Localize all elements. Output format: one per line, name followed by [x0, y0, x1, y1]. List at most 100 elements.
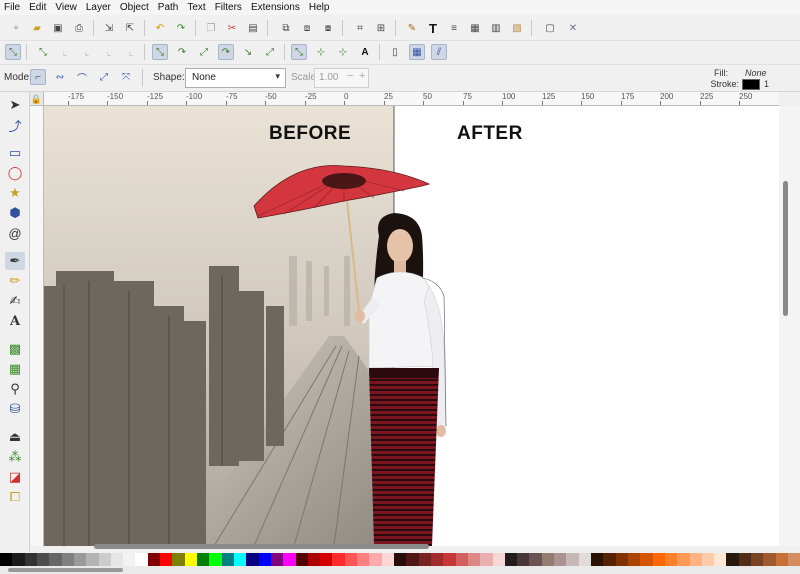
palette-swatch[interactable]	[492, 553, 505, 566]
xml-editor-icon[interactable]: ▦	[467, 20, 483, 36]
rectangle-tool-icon[interactable]: ▭	[5, 144, 25, 162]
menu-extensions[interactable]: Extensions	[251, 2, 300, 13]
palette-swatch[interactable]	[517, 553, 530, 566]
palette-swatch[interactable]	[591, 553, 604, 566]
menu-file[interactable]: File	[4, 2, 20, 13]
copy-icon[interactable]: ❐	[203, 20, 219, 36]
ungroup-icon[interactable]: ⊞	[373, 20, 389, 36]
snap-others-icon[interactable]: ⤡	[291, 44, 307, 60]
align-distribute-icon[interactable]: ▥	[488, 20, 504, 36]
redo-icon[interactable]: ↷	[173, 20, 189, 36]
palette-swatch[interactable]	[12, 553, 25, 566]
gradient-tool-icon[interactable]: ▩	[5, 340, 25, 358]
fill-stroke-icon[interactable]: ✎	[404, 20, 420, 36]
palette-swatch[interactable]	[763, 553, 776, 566]
palette-swatch[interactable]	[701, 553, 715, 566]
palette-swatch[interactable]	[394, 553, 407, 566]
spiral-tool-icon[interactable]: @	[5, 224, 25, 242]
snap-bbox-edge-icon[interactable]: ⌞	[57, 44, 73, 60]
palette-swatch[interactable]	[36, 553, 50, 566]
snap-center-icon[interactable]: ⊹	[313, 44, 329, 60]
snap-enable-icon[interactable]: ⤡	[5, 44, 21, 60]
fill-value[interactable]: None	[745, 68, 767, 78]
eraser-tool-icon[interactable]: ◪	[5, 468, 25, 486]
mode-bezier-icon[interactable]: ⌐	[30, 69, 46, 85]
palette-swatch[interactable]	[455, 553, 468, 566]
palette-swatch[interactable]	[738, 553, 752, 566]
palette-swatch[interactable]	[123, 553, 136, 566]
snap-cusp-icon[interactable]: ↷	[218, 44, 234, 60]
palette-swatch[interactable]	[184, 553, 197, 566]
palette-swatch[interactable]	[135, 553, 148, 566]
mode-bspline-icon[interactable]: ⌒	[74, 69, 90, 85]
palette-swatch[interactable]	[529, 553, 542, 566]
minus-icon[interactable]: −	[347, 70, 353, 82]
palette-swatch[interactable]	[726, 553, 739, 566]
snap-bbox-center-icon[interactable]: ⌞	[123, 44, 139, 60]
palette-swatch[interactable]	[664, 553, 678, 566]
plus-icon[interactable]: +	[359, 70, 365, 82]
ellipse-tool-icon[interactable]: ◯	[5, 164, 25, 182]
palette-swatch[interactable]	[221, 553, 234, 566]
preferences-icon[interactable]: ✕	[565, 20, 581, 36]
spray-tool-icon[interactable]: ⁂	[5, 448, 25, 466]
paint-bucket-tool-icon[interactable]: ⛁	[5, 400, 25, 418]
palette-swatch[interactable]	[541, 553, 555, 566]
selector-tool-icon[interactable]: ➤	[5, 96, 25, 114]
palette-swatch[interactable]	[160, 553, 173, 566]
menu-path[interactable]: Path	[158, 2, 179, 13]
save-icon[interactable]: ▣	[50, 20, 66, 36]
horizontal-scrollbar[interactable]	[44, 540, 779, 552]
undo-icon[interactable]: ↶	[152, 20, 168, 36]
pencil-tool-icon[interactable]: ✏	[5, 272, 25, 290]
menu-text[interactable]: Text	[187, 2, 205, 13]
palette-swatch[interactable]	[689, 553, 702, 566]
unlink-clone-icon[interactable]: ⧇	[320, 20, 336, 36]
palette-swatch[interactable]	[233, 553, 247, 566]
paste-icon[interactable]: ▤	[245, 20, 261, 36]
snap-path-icon[interactable]: ↷	[174, 44, 190, 60]
menu-object[interactable]: Object	[120, 2, 149, 13]
palette-swatch[interactable]	[369, 553, 382, 566]
shape-dropdown[interactable]: None ▾	[185, 68, 286, 88]
palette-swatch[interactable]	[61, 553, 74, 566]
stroke-width-value[interactable]: 1	[764, 79, 769, 89]
palette-swatch[interactable]	[480, 553, 493, 566]
palette-swatch[interactable]	[467, 553, 481, 566]
connector-tool-icon[interactable]: ⧠	[5, 488, 25, 506]
palette-swatch[interactable]	[430, 553, 444, 566]
menu-edit[interactable]: Edit	[29, 2, 46, 13]
layers-icon[interactable]: ≡	[446, 20, 462, 36]
snap-intersection-icon[interactable]: ⤢	[196, 44, 212, 60]
palette-swatch[interactable]	[24, 553, 37, 566]
palette-swatch[interactable]	[418, 553, 431, 566]
snap-midpoint-icon[interactable]: ⤢	[262, 44, 278, 60]
new-document-icon[interactable]: ▫	[8, 20, 24, 36]
palette-swatch[interactable]	[640, 553, 653, 566]
palette-swatch[interactable]	[258, 553, 271, 566]
palette-swatch[interactable]	[0, 553, 13, 566]
palette-swatch[interactable]	[73, 553, 87, 566]
palette-swatch[interactable]	[381, 553, 394, 566]
palette-swatch[interactable]	[307, 553, 321, 566]
drawing-canvas[interactable]: BEFORE AFTER	[44, 106, 779, 546]
objects-icon[interactable]: ▧	[509, 20, 525, 36]
export-icon[interactable]: ⇱	[122, 20, 138, 36]
text-font-icon[interactable]: T	[425, 20, 441, 36]
vertical-scroll-thumb[interactable]	[783, 181, 788, 316]
palette-swatch[interactable]	[615, 553, 628, 566]
palette-swatch[interactable]	[603, 553, 616, 566]
cut-icon[interactable]: ✂	[224, 20, 240, 36]
lock-icon[interactable]: 🔒	[30, 92, 44, 106]
print-icon[interactable]: ⎙	[71, 20, 87, 36]
snap-bbox-midpoint-icon[interactable]: ⌞	[101, 44, 117, 60]
snap-rotation-icon[interactable]: ⊹	[335, 44, 351, 60]
palette-swatch[interactable]	[775, 553, 788, 566]
snap-smooth-icon[interactable]: ↘	[240, 44, 256, 60]
palette-swatch[interactable]	[578, 553, 591, 566]
stroke-color-swatch[interactable]	[742, 79, 760, 90]
palette-swatch[interactable]	[627, 553, 641, 566]
palette-swatch[interactable]	[320, 553, 333, 566]
snap-text-baseline-icon[interactable]: A	[357, 44, 373, 60]
mode-spiro-icon[interactable]: ∾	[52, 69, 68, 85]
